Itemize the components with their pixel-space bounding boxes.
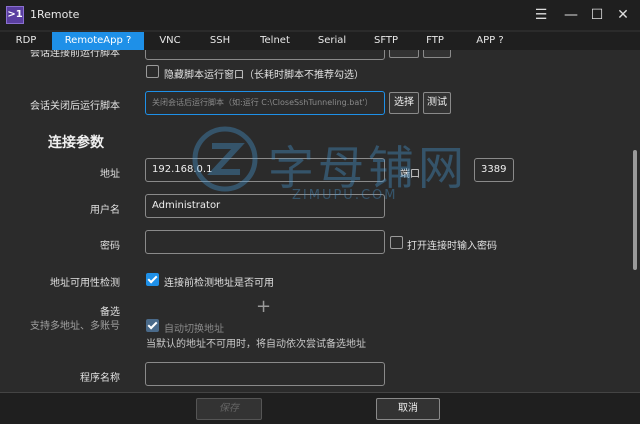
check-icon	[147, 273, 158, 284]
availability-check-label: 地址可用性检测	[50, 278, 120, 289]
hide-script-window-label: 隐藏脚本运行窗口（长耗时脚本不推荐勾选）	[164, 70, 364, 81]
tab-remoteapp[interactable]: RemoteApp ?	[52, 32, 144, 50]
check-icon	[147, 319, 158, 330]
tab-app[interactable]: APP ?	[466, 32, 514, 50]
after-close-test-button[interactable]: 测试	[423, 92, 451, 114]
tab-sftp[interactable]: SFTP	[366, 32, 406, 50]
before-connect-script-input[interactable]: 191919191	[145, 50, 385, 60]
add-icon[interactable]: +	[256, 296, 271, 317]
availability-checkbox-label: 连接前检测地址是否可用	[164, 278, 274, 289]
port-label: 端口	[400, 169, 420, 180]
maximize-button[interactable]: ☐	[586, 4, 608, 26]
address-label: 地址	[100, 169, 120, 180]
after-close-script-input[interactable]: 关闭会话后运行脚本（如:运行 C:\CloseSshTunneling.bat'…	[145, 91, 385, 115]
title-bar: >1 1Remote ☰ — ☐ ✕	[0, 0, 640, 30]
password-label: 密码	[100, 241, 120, 252]
auto-switch-label: 自动切换地址	[164, 324, 224, 335]
availability-checkbox[interactable]	[146, 273, 159, 286]
footer-bar: 保存 取消	[0, 392, 640, 424]
settings-panel: 会话连接前运行脚本 191919191 选择 测试 隐藏脚本运行窗口（长耗时脚本…	[0, 50, 640, 392]
program-name-input[interactable]	[145, 362, 385, 386]
port-input[interactable]: 3389	[474, 158, 514, 182]
before-connect-select-button[interactable]: 选择	[389, 50, 419, 58]
after-close-select-button[interactable]: 选择	[389, 92, 419, 114]
close-button[interactable]: ✕	[612, 4, 634, 26]
auto-switch-checkbox[interactable]	[146, 319, 159, 332]
program-name-label: 程序名称	[80, 373, 120, 384]
cancel-button[interactable]: 取消	[376, 398, 440, 420]
tab-vnc[interactable]: VNC	[150, 32, 190, 50]
password-input[interactable]	[145, 230, 385, 254]
protocol-tabs: RDP RemoteApp ? VNC SSH Telnet Serial SF…	[0, 32, 640, 50]
save-button[interactable]: 保存	[196, 398, 262, 420]
address-input[interactable]: 192.168.0.1	[145, 158, 385, 182]
menu-icon[interactable]: ☰	[530, 4, 552, 26]
username-input[interactable]: Administrator	[145, 194, 385, 218]
hide-script-window-checkbox[interactable]	[146, 65, 159, 78]
open-input-password-checkbox[interactable]	[390, 236, 403, 249]
tab-ssh[interactable]: SSH	[200, 32, 240, 50]
after-close-script-placeholder: 关闭会话后运行脚本（如:运行 C:\CloseSshTunneling.bat'…	[152, 98, 373, 107]
username-label: 用户名	[90, 205, 120, 216]
tab-telnet[interactable]: Telnet	[252, 32, 298, 50]
app-title: 1Remote	[30, 8, 80, 21]
tab-rdp[interactable]: RDP	[6, 32, 46, 50]
minimize-button[interactable]: —	[560, 4, 582, 26]
alternate-label: 备选	[100, 307, 120, 318]
after-close-script-label: 会话关闭后运行脚本	[30, 101, 120, 112]
tab-ftp[interactable]: FTP	[418, 32, 452, 50]
tab-serial[interactable]: Serial	[310, 32, 354, 50]
before-connect-script-label: 会话连接前运行脚本	[30, 50, 120, 59]
before-connect-test-button[interactable]: 测试	[423, 50, 451, 58]
app-logo-icon: >1	[6, 6, 24, 24]
open-input-password-label: 打开连接时输入密码	[407, 241, 497, 252]
auto-switch-hint: 当默认的地址不可用时，将自动依次尝试备选地址	[146, 339, 366, 350]
section-title: 连接参数	[48, 135, 104, 151]
vertical-scrollbar[interactable]	[633, 150, 637, 270]
alternate-sub-label: 支持多地址、多账号	[30, 321, 120, 332]
